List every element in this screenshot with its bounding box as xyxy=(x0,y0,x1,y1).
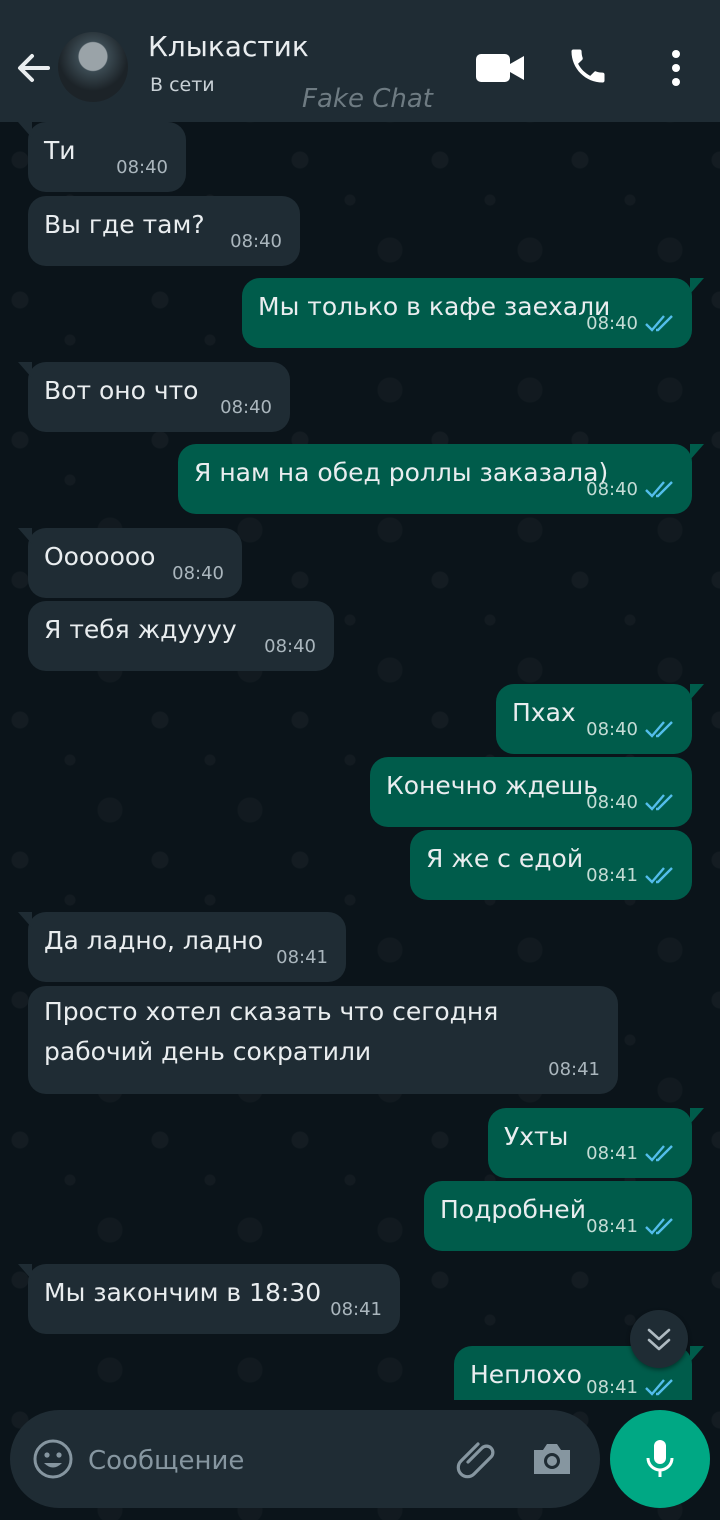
message-time: 08:41 xyxy=(276,947,328,968)
bubble-tail xyxy=(18,1264,32,1280)
mic-icon xyxy=(646,1440,674,1477)
message-outgoing[interactable]: Мы только в кафе заехали 08:40 xyxy=(242,278,704,348)
contact-avatar[interactable] xyxy=(58,32,128,102)
bubble-tail xyxy=(18,912,32,928)
message-composer xyxy=(10,1410,600,1508)
message-text: Вы где там? xyxy=(44,210,205,239)
read-ticks-icon xyxy=(645,315,673,332)
message-time: 08:41 xyxy=(586,1216,638,1237)
message-time: 08:41 xyxy=(330,1299,382,1320)
bubble-tail xyxy=(690,1346,704,1362)
scroll-to-bottom-button[interactable] xyxy=(630,1310,688,1368)
message-text: Мы закончим в 18:30 xyxy=(44,1278,322,1307)
message-text: Я тебя ждуууу xyxy=(44,615,237,644)
contact-name[interactable]: Клыкастик xyxy=(148,30,309,63)
message-time: 08:40 xyxy=(230,231,282,252)
message-text: Ухты xyxy=(504,1122,569,1151)
bubble-tail xyxy=(18,122,32,138)
message-text: Я нам на обед роллы заказала) xyxy=(194,458,609,487)
back-arrow-icon[interactable] xyxy=(14,48,54,88)
message-text: Конечно ждешь xyxy=(386,771,598,800)
watermark-text: Fake Chat xyxy=(302,84,433,114)
bubble-tail xyxy=(690,444,704,460)
message-time: 08:40 xyxy=(172,563,224,584)
message-text: Подробней xyxy=(440,1195,586,1224)
bubble-tail xyxy=(690,278,704,294)
read-ticks-icon xyxy=(645,721,673,738)
read-ticks-icon xyxy=(645,1218,673,1235)
bubble-tail xyxy=(18,528,32,544)
message-text: Да ладно, ладно xyxy=(44,926,264,955)
message-outgoing[interactable]: Ухты 08:41 xyxy=(488,1108,704,1178)
message-time: 08:41 xyxy=(548,1059,600,1080)
read-ticks-icon xyxy=(645,1145,673,1162)
read-ticks-icon xyxy=(645,481,673,498)
video-call-icon[interactable] xyxy=(474,46,526,90)
voice-message-button[interactable] xyxy=(610,1410,710,1508)
message-outgoing[interactable]: Пхах 08:40 xyxy=(496,684,704,754)
message-time: 08:41 xyxy=(586,865,638,886)
message-incoming[interactable]: Да ладно, ладно 08:41 xyxy=(18,912,346,982)
attach-icon[interactable] xyxy=(454,1436,500,1482)
message-time: 08:40 xyxy=(586,479,638,500)
message-outgoing[interactable]: Я нам на обед роллы заказала) 08:40 xyxy=(178,444,704,514)
message-outgoing[interactable]: Подробней 08:41 xyxy=(424,1181,692,1251)
message-time: 08:40 xyxy=(264,636,316,657)
read-ticks-icon xyxy=(645,794,673,811)
message-time: 08:40 xyxy=(586,719,638,740)
message-time: 08:40 xyxy=(116,157,168,178)
message-input[interactable] xyxy=(86,1438,430,1484)
message-outgoing[interactable]: Конечно ждешь 08:40 xyxy=(370,757,692,827)
message-outgoing[interactable]: Я же с едой 08:41 xyxy=(410,830,692,900)
bubble-tail xyxy=(690,1108,704,1124)
read-ticks-icon xyxy=(645,867,673,884)
chat-header: Клыкастик В сети Fake Chat xyxy=(0,0,720,122)
camera-icon[interactable] xyxy=(530,1438,574,1478)
message-text: Пхах xyxy=(512,698,576,727)
message-incoming[interactable]: Мы закончим в 18:30 08:41 xyxy=(18,1264,400,1334)
emoji-icon[interactable] xyxy=(32,1438,74,1480)
message-incoming[interactable]: Ти 08:40 xyxy=(18,122,186,192)
message-time: 08:40 xyxy=(586,792,638,813)
message-time: 08:41 xyxy=(586,1377,638,1398)
message-incoming[interactable]: Вы где там? 08:40 xyxy=(28,196,300,266)
message-time: 08:40 xyxy=(586,313,638,334)
message-time: 08:41 xyxy=(586,1143,638,1164)
read-ticks-icon xyxy=(645,1379,673,1396)
message-text: Ти xyxy=(44,136,76,165)
message-time: 08:40 xyxy=(220,397,272,418)
more-vert-icon[interactable] xyxy=(664,46,688,90)
message-text: Ооооооо xyxy=(44,542,156,571)
message-incoming[interactable]: Просто хотел сказать что сегодня рабочий… xyxy=(28,986,618,1094)
bubble-tail xyxy=(690,684,704,700)
double-chevron-down-icon xyxy=(647,1328,671,1351)
message-text: Мы только в кафе заехали xyxy=(258,292,611,321)
message-text: Я же с едой xyxy=(426,844,584,873)
message-text: Просто хотел сказать что сегодня рабочий… xyxy=(44,997,499,1066)
message-incoming[interactable]: Вот оно что 08:40 xyxy=(18,362,290,432)
message-text: Вот оно что xyxy=(44,376,199,405)
message-text: Неплохо xyxy=(470,1360,582,1389)
contact-status: В сети xyxy=(150,74,215,96)
bubble-tail xyxy=(18,362,32,378)
message-incoming[interactable]: Я тебя ждуууу 08:40 xyxy=(28,601,334,671)
message-incoming[interactable]: Ооооооо 08:40 xyxy=(18,528,242,598)
phone-icon[interactable] xyxy=(566,44,610,88)
